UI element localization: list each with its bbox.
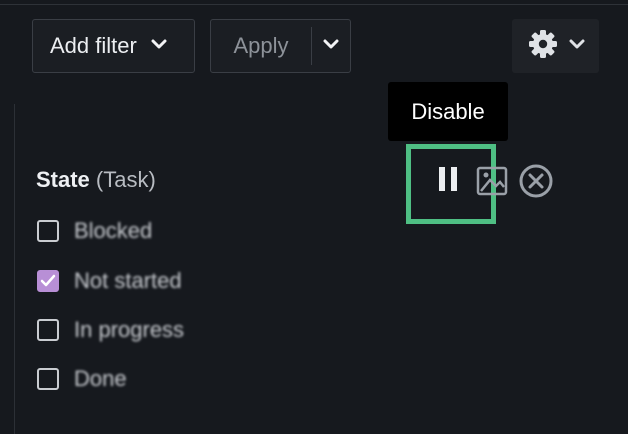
panel-left-border bbox=[14, 104, 15, 434]
filter-image-button[interactable] bbox=[475, 165, 509, 197]
option-not-started[interactable]: Not started bbox=[37, 268, 182, 294]
pause-icon bbox=[437, 166, 459, 197]
image-icon bbox=[475, 166, 509, 201]
option-label: Blocked bbox=[74, 218, 153, 243]
option-label: Not started bbox=[74, 268, 182, 293]
remove-filter-button[interactable] bbox=[518, 163, 554, 199]
close-circle-icon bbox=[518, 164, 554, 203]
filter-title: State (Task) bbox=[36, 167, 156, 193]
tooltip: Disable bbox=[388, 82, 508, 141]
settings-menu-button[interactable] bbox=[512, 19, 599, 73]
filter-title-scope: (Task) bbox=[95, 167, 156, 192]
checkbox-not-started[interactable] bbox=[37, 270, 59, 292]
option-in-progress[interactable]: In progress bbox=[37, 317, 184, 343]
gear-icon bbox=[527, 28, 559, 65]
checkmark-icon bbox=[40, 274, 56, 287]
apply-dropdown-toggle[interactable] bbox=[312, 20, 350, 72]
option-label: Done bbox=[74, 366, 127, 391]
chevron-down-icon bbox=[323, 37, 339, 55]
chevron-down-icon bbox=[569, 37, 585, 55]
add-filter-label: Add filter bbox=[50, 33, 137, 58]
apply-button[interactable]: Apply bbox=[211, 20, 311, 72]
apply-button-group: Apply bbox=[210, 19, 351, 73]
add-filter-button[interactable]: Add filter bbox=[32, 19, 195, 73]
option-blocked[interactable]: Blocked bbox=[37, 218, 152, 244]
chevron-down-icon bbox=[151, 37, 167, 55]
top-divider bbox=[0, 4, 628, 5]
filter-title-name: State bbox=[36, 167, 90, 192]
option-done[interactable]: Done bbox=[37, 366, 127, 392]
option-label: In progress bbox=[74, 317, 185, 342]
tooltip-text: Disable bbox=[411, 98, 485, 124]
checkbox-blocked[interactable] bbox=[37, 220, 59, 242]
disable-filter-button[interactable] bbox=[425, 164, 471, 198]
checkbox-done[interactable] bbox=[37, 368, 59, 390]
checkbox-in-progress[interactable] bbox=[37, 319, 59, 341]
